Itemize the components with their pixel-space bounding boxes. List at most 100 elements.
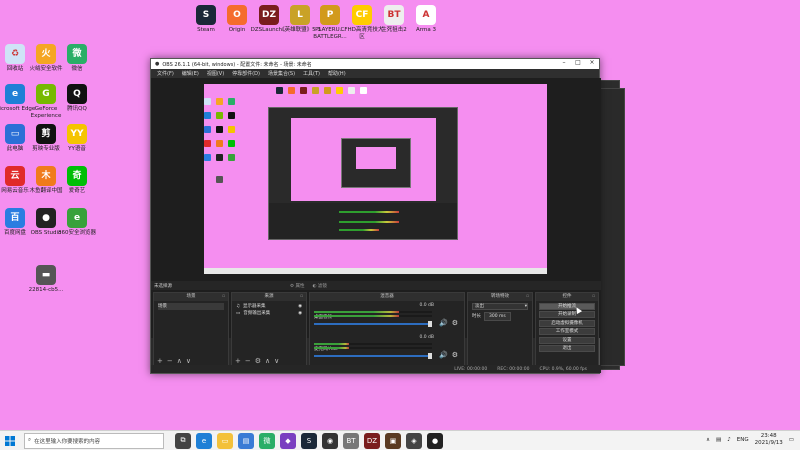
media-icon[interactable]: ▣ — [385, 432, 401, 449]
preview-desktop-icon — [312, 87, 319, 94]
preview-desktop-icon — [216, 112, 223, 119]
control-button[interactable]: 启动虚拟摄像机 — [539, 319, 595, 327]
store-icon[interactable]: ▤ — [238, 432, 254, 449]
network-icon[interactable]: ▤ — [716, 437, 721, 443]
move-up-icon[interactable]: ∧ — [177, 357, 182, 365]
control-button[interactable]: 工作室模式 — [539, 328, 595, 335]
control-button[interactable]: 退出 — [539, 345, 595, 352]
menu-item[interactable]: 场景集合(S) — [264, 70, 299, 77]
steam-icon[interactable]: S — [301, 432, 317, 449]
volume-icon[interactable]: ♪ — [727, 437, 731, 443]
taskbar: ⌕ 在这里输入你要搜索的内容 ⧉ e ▭ ▤ 微 ◆ S ◉ BT DZ ▣ ◈ ● ∧ ▤ ♪ ENG… — [0, 430, 800, 450]
menu-item[interactable]: 工具(T) — [299, 70, 324, 77]
control-button[interactable]: 设置 — [539, 336, 595, 344]
source-item[interactable]: ▭ 音频输出采集 ◉ — [236, 310, 302, 317]
control-button[interactable]: 开始推流 — [539, 302, 595, 310]
desktop-icon[interactable]: e 360安全浏览器 — [53, 208, 101, 237]
scene-item[interactable]: 场景 — [158, 303, 224, 310]
desktop-icon[interactable]: 微微信 — [53, 44, 101, 73]
file-explorer-icon[interactable]: ▭ — [217, 432, 233, 449]
obs-icon[interactable]: ● — [427, 432, 443, 449]
app-icon: Q — [67, 84, 87, 104]
preview-desktop-icon — [288, 87, 295, 94]
remove-source-button[interactable]: − — [245, 357, 251, 365]
maximize-button[interactable]: □ — [571, 59, 585, 66]
menu-item[interactable]: 视图(V) — [203, 70, 228, 77]
windows-icon — [5, 435, 15, 446]
gear-icon[interactable]: ⚙ — [452, 351, 458, 359]
undock-icon[interactable]: ▫ — [222, 293, 225, 301]
preview-desktop-icon — [336, 87, 343, 94]
desktop-icon[interactable]: 奇爱奇艺 — [53, 166, 101, 195]
remove-scene-button[interactable]: − — [167, 357, 173, 365]
slider-knob[interactable] — [428, 353, 432, 359]
control-button[interactable]: 开始录制 — [539, 311, 595, 318]
clock[interactable]: 23:48 2021/9/13 — [755, 433, 783, 447]
move-up-icon[interactable]: ∧ — [265, 357, 270, 365]
nested-preview-2 — [356, 147, 396, 169]
preview-desktop-icon — [324, 87, 331, 94]
app-icon: e — [67, 208, 87, 228]
source-toolbar: 未选择源 ⚙ 属性 ◐ 滤镜 — [151, 281, 601, 290]
language-indicator[interactable]: ENG — [737, 437, 749, 443]
chevron-up-icon[interactable]: ∧ — [706, 437, 710, 443]
minimize-button[interactable]: – — [557, 59, 571, 66]
bt-game-icon[interactable]: BT — [343, 432, 359, 449]
desktop-icon[interactable]: ▬ 22814-cb5... — [22, 265, 70, 294]
app-icon: ▬ — [36, 265, 56, 285]
obs-window[interactable]: ● OBS 26.1.1 (64-bit, windows) - 配置文件: 未… — [150, 58, 601, 374]
dzs-icon[interactable]: DZ — [364, 432, 380, 449]
preview-canvas[interactable] — [204, 84, 547, 274]
wechat-icon[interactable]: 微 — [259, 432, 275, 449]
source-settings-icon[interactable]: ⚙ — [255, 357, 261, 365]
transition-select[interactable]: 淡出 ▾ — [472, 303, 528, 310]
visual-studio-icon[interactable]: ◆ — [280, 432, 296, 449]
source-item[interactable]: ♫ 显示器采集 ◉ — [236, 303, 302, 310]
obs-title-bar[interactable]: ● OBS 26.1.1 (64-bit, windows) - 配置文件: 未… — [151, 59, 599, 69]
cpu-status: CPU: 0.9%, 60.00 fps — [539, 366, 588, 372]
volume-meter — [314, 347, 432, 349]
move-down-icon[interactable]: ∨ — [274, 357, 279, 365]
preview-desktop-icon — [228, 126, 235, 133]
menu-item[interactable]: 停靠部件(D) — [228, 70, 264, 77]
undock-icon[interactable]: ▫ — [526, 293, 529, 301]
chevron-down-icon: ▾ — [524, 304, 527, 309]
notification-icon[interactable]: ▭ — [789, 437, 794, 443]
desktop-icon[interactable]: YY YY语音 — [53, 124, 101, 153]
close-button[interactable]: × — [585, 59, 599, 66]
volume-meter — [314, 343, 432, 345]
preview-taskbar — [204, 268, 547, 274]
task-view-icon[interactable]: ⧉ — [175, 432, 191, 449]
move-down-icon[interactable]: ∨ — [186, 357, 191, 365]
gear-icon[interactable]: ⚙ — [452, 319, 458, 327]
desktop-icon[interactable]: Q 腾讯QQ — [53, 84, 101, 113]
no-source-label: 未选择源 — [154, 283, 172, 289]
menu-item[interactable]: 帮助(H) — [324, 70, 350, 77]
visibility-icon[interactable]: ◉ — [298, 310, 302, 317]
volume-slider[interactable] — [314, 321, 432, 327]
slider-knob[interactable] — [428, 321, 432, 327]
add-scene-button[interactable]: + — [157, 357, 163, 365]
preview-desktop-icon — [276, 87, 283, 94]
add-source-button[interactable]: + — [235, 357, 241, 365]
volume-slider[interactable] — [314, 353, 432, 359]
visibility-icon[interactable]: ◉ — [298, 303, 302, 310]
speaker-icon[interactable]: 🔊 — [439, 319, 448, 327]
filters-button[interactable]: ◐ 滤镜 — [312, 283, 326, 289]
desktop-icon[interactable]: A Arma 3 — [402, 5, 450, 34]
game2-icon[interactable]: ◈ — [406, 432, 422, 449]
edge-icon[interactable]: e — [196, 432, 212, 449]
nested-meter — [339, 211, 399, 213]
speaker-icon[interactable]: 🔊 — [439, 351, 448, 359]
duration-input[interactable]: 300 ms — [484, 312, 511, 321]
menu-item[interactable]: 文件(F) — [153, 70, 178, 77]
mixer-track-desktop: 桌面音频 0.0 dB 🔊 ⚙ — [310, 301, 464, 333]
undock-icon[interactable]: ▫ — [592, 293, 595, 301]
menu-item[interactable]: 编辑(E) — [178, 70, 203, 77]
undock-icon[interactable]: ▫ — [300, 293, 303, 301]
taskbar-search[interactable]: ⌕ 在这里输入你要搜索的内容 — [24, 432, 164, 449]
preview-desktop-icon — [228, 154, 235, 161]
start-button[interactable] — [0, 431, 20, 450]
properties-button[interactable]: ⚙ 属性 — [290, 283, 304, 289]
dota-icon[interactable]: ◉ — [322, 432, 338, 449]
